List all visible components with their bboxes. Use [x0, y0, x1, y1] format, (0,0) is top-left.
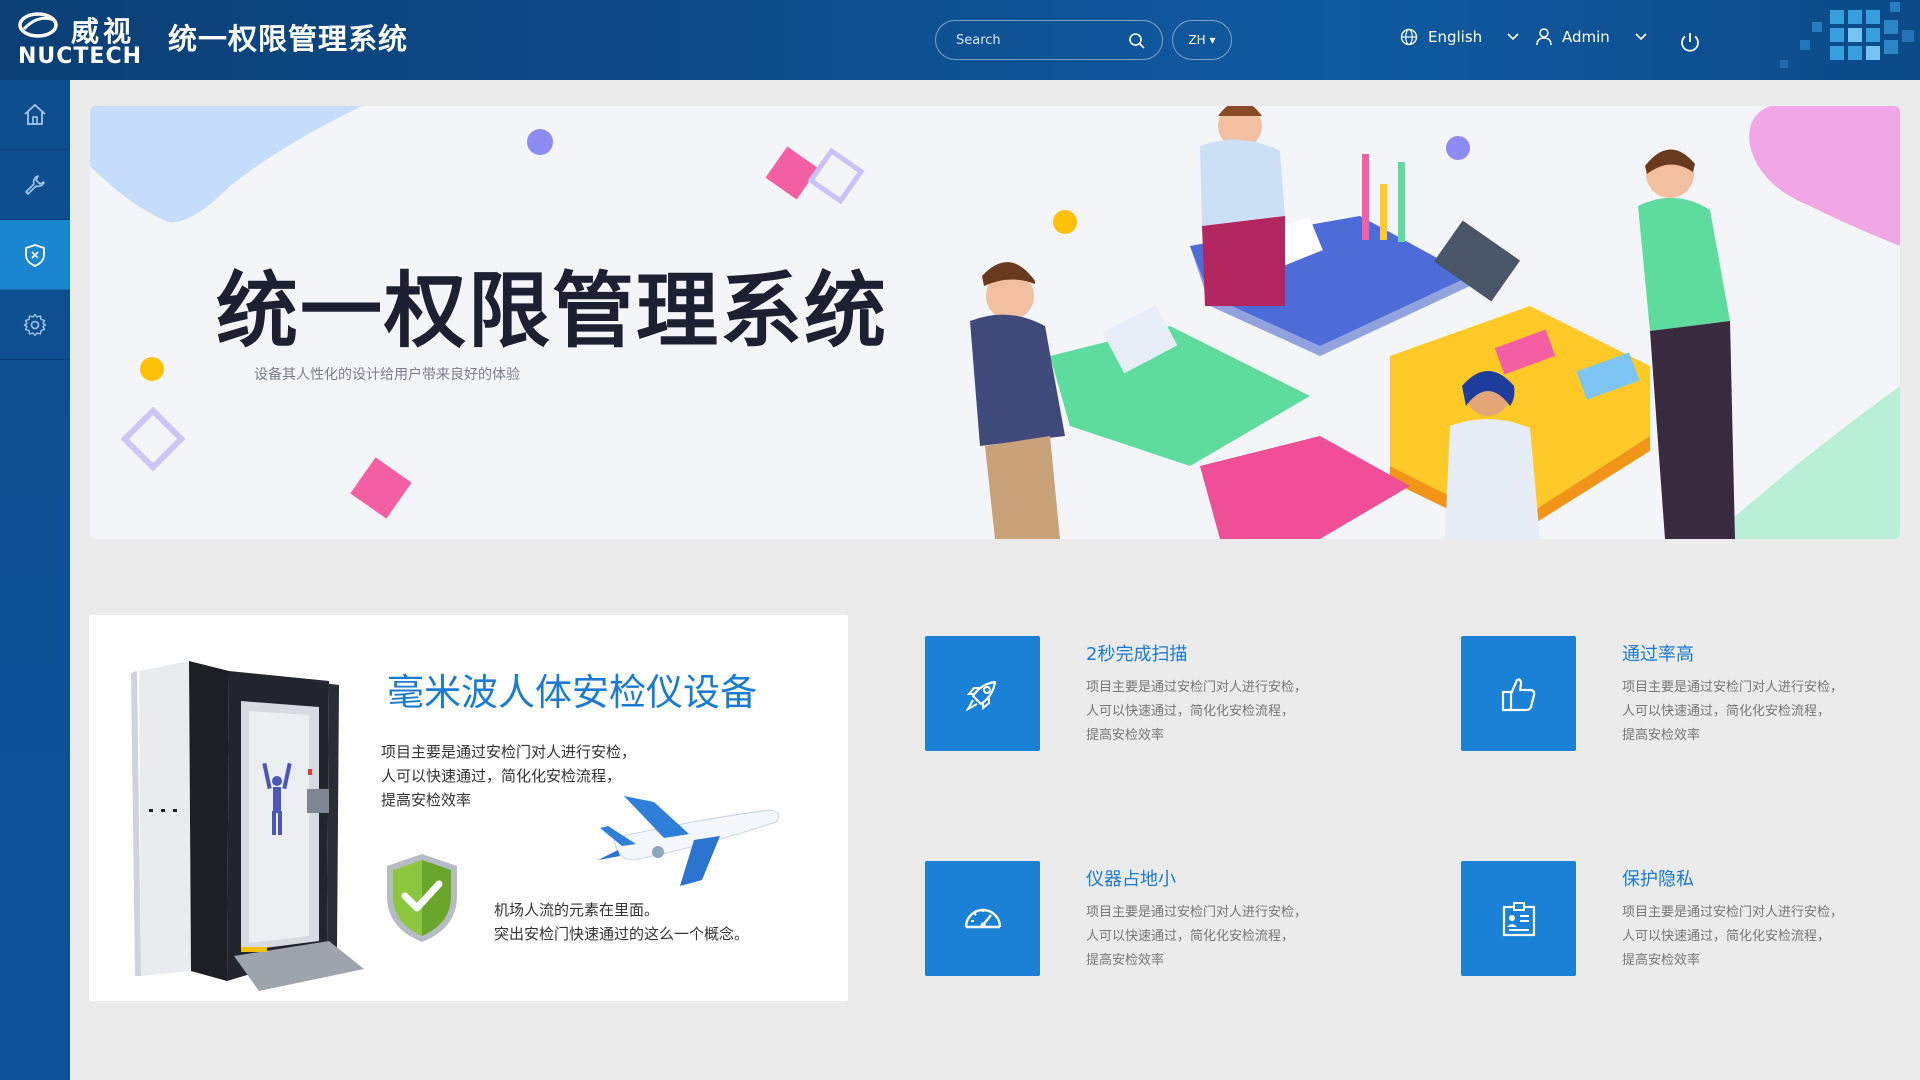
feature-item: 通过率高 项目主要是通过安检门对人进行安检， 人可以快速通过，简化化安检流程， …	[1461, 636, 1920, 751]
user-name: Admin	[1562, 28, 1610, 46]
search-input[interactable]	[956, 30, 1116, 50]
search-box	[935, 20, 1163, 60]
shield-check-image	[387, 854, 457, 942]
language-label: English	[1428, 28, 1483, 46]
sidebar-item-tools[interactable]	[0, 150, 70, 220]
home-icon	[24, 103, 46, 125]
globe-icon	[1400, 28, 1418, 46]
feature-item: 仪器占地小 项目主要是通过安检门对人进行安检， 人可以快速通过，简化化安检流程，…	[925, 861, 1385, 976]
banner-subtitle: 设备其人性化的设计给用户带来良好的体验	[254, 367, 520, 383]
gauge-icon	[964, 908, 1001, 928]
shield-icon	[25, 243, 45, 267]
chevron-down-icon: ▾	[1205, 33, 1216, 47]
person-figure-top	[1200, 106, 1285, 306]
feature-title: 通过率高	[1622, 644, 1694, 665]
feature-title: 仪器占地小	[1086, 869, 1176, 890]
chevron-down-icon	[1507, 33, 1519, 41]
wrench-icon	[25, 174, 45, 195]
gear-icon	[23, 313, 47, 336]
product-note: 机场人流的元素在里面。 突出安检门快速通过的这么一个概念。	[494, 901, 750, 943]
feature-description: 项目主要是通过安检门对人进行安检， 人可以快速通过，简化化安检流程， 提高安检效…	[1086, 905, 1308, 968]
feature-icon-box	[925, 861, 1040, 976]
thumbs-up-icon	[1501, 677, 1535, 711]
sidebar-item-settings[interactable]	[0, 290, 70, 360]
scanner-device-image	[131, 661, 364, 991]
top-header: 威视 NUCTECH 统一权限管理系统 ZH ▾ English Admin	[0, 0, 1920, 80]
power-icon[interactable]	[1678, 30, 1702, 54]
id-card-icon	[1502, 901, 1535, 936]
feature-title: 2秒完成扫描	[1086, 644, 1188, 665]
language-dropdown[interactable]: English	[1400, 28, 1520, 46]
sidebar-item-home[interactable]	[0, 80, 70, 150]
feature-description: 项目主要是通过安检门对人进行安检， 人可以快速通过，简化化安检流程， 提高安检效…	[1086, 680, 1308, 743]
rocket-icon	[964, 680, 996, 712]
banner-title: 统一权限管理系统	[216, 264, 889, 359]
feature-title: 保护隐私	[1622, 869, 1694, 890]
lang-switch-zh[interactable]: ZH ▾	[1172, 20, 1232, 60]
airplane-image	[598, 796, 780, 886]
sidebar-nav	[0, 80, 70, 1080]
feature-item: 2秒完成扫描 项目主要是通过安检门对人进行安检， 人可以快速通过，简化化安检流程…	[925, 636, 1385, 751]
lang-zh-label: ZH	[1188, 33, 1206, 47]
decorative-cubes-graphic	[1780, 2, 1914, 68]
feature-description: 项目主要是通过安检门对人进行安检， 人可以快速通过，简化化安检流程， 提高安检效…	[1622, 905, 1844, 968]
feature-icon-box	[1461, 636, 1576, 751]
sidebar-item-security[interactable]	[0, 220, 70, 290]
person-figure-right	[1638, 149, 1735, 539]
feature-description: 项目主要是通过安检门对人进行安检， 人可以快速通过，简化化安检流程， 提高安检效…	[1622, 680, 1844, 743]
search-icon[interactable]	[1128, 32, 1146, 50]
feature-item: 保护隐私 项目主要是通过安检门对人进行安检， 人可以快速通过，简化化安检流程， …	[1461, 861, 1920, 976]
logo-english-text: NUCTECH	[18, 44, 143, 69]
user-menu[interactable]: Admin	[1536, 28, 1648, 46]
product-title: 毫米波人体安检仪设备	[387, 671, 757, 714]
feature-icon-box	[925, 636, 1040, 751]
logo-swirl-icon	[18, 12, 58, 38]
brand-logo[interactable]: 威视 NUCTECH	[16, 8, 146, 70]
chevron-down-icon	[1635, 33, 1647, 41]
feature-icon-box	[1461, 861, 1576, 976]
product-card: 毫米波人体安检仪设备 项目主要是通过安检门对人进行安检， 人可以快速通过，简化化…	[89, 615, 848, 1001]
person-figure-left	[970, 262, 1065, 539]
user-icon	[1536, 28, 1552, 46]
app-title: 统一权限管理系统	[168, 22, 409, 56]
hero-banner: 统一权限管理系统 设备其人性化的设计给用户带来良好的体验	[90, 106, 1900, 539]
